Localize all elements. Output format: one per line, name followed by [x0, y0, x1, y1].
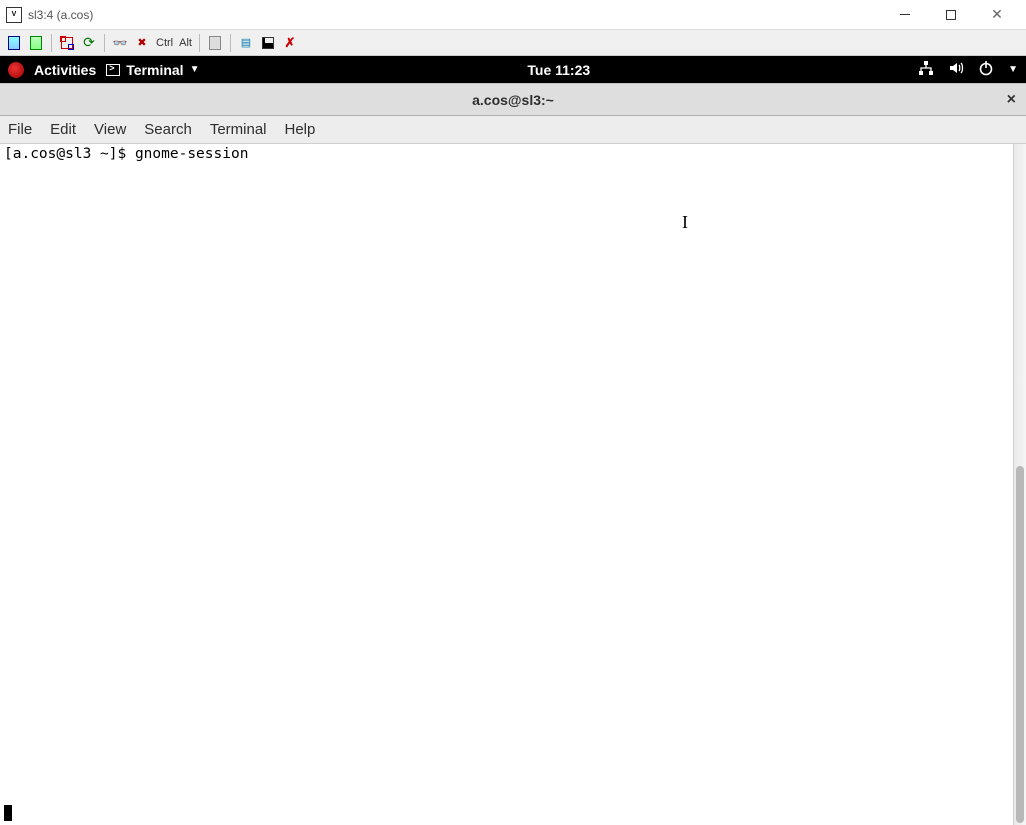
new-connection-button[interactable] — [4, 33, 24, 53]
host-window-title: sl3:4 (a.cos) — [28, 8, 882, 22]
toolbar-separator — [199, 34, 200, 52]
clock-label[interactable]: Tue 11:23 — [527, 62, 590, 78]
prompt-text: [a.cos@sl3 ~]$ — [4, 146, 135, 162]
host-window-controls: ✕ — [882, 0, 1020, 29]
power-icon[interactable] — [978, 60, 994, 79]
terminal-titlebar: a.cos@sl3:~ × — [0, 83, 1026, 116]
chevron-down-icon: ▼ — [190, 64, 200, 75]
disconnect-button[interactable]: ✖ — [132, 33, 152, 53]
text-cursor-icon: I — [682, 212, 688, 234]
fullscreen-button[interactable] — [57, 33, 77, 53]
distro-logo-icon — [8, 62, 24, 78]
current-app-menu[interactable]: Terminal ▼ — [106, 62, 199, 78]
toolbar-separator — [230, 34, 231, 52]
gnome-topbar: Activities Terminal ▼ Tue 11:23 ▼ — [0, 56, 1026, 83]
toolbar-separator — [104, 34, 105, 52]
menu-edit[interactable]: Edit — [50, 121, 76, 138]
toolbar-separator — [51, 34, 52, 52]
close-button[interactable]: ✕ — [974, 0, 1020, 29]
minimize-button[interactable] — [882, 0, 928, 29]
terminal-menubar: File Edit View Search Terminal Help — [0, 116, 1026, 144]
vnc-toolbar: ⟳ 👓 ✖ Ctrl Alt ▤ ✗ — [0, 30, 1026, 56]
menu-help[interactable]: Help — [285, 121, 316, 138]
system-menu-chevron-icon[interactable]: ▼ — [1008, 64, 1018, 75]
connection-info-button[interactable] — [26, 33, 46, 53]
menu-file[interactable]: File — [8, 121, 32, 138]
terminal-title: a.cos@sl3:~ — [472, 92, 554, 108]
save-button[interactable] — [258, 33, 278, 53]
clipboard-button[interactable] — [205, 33, 225, 53]
network-icon[interactable] — [918, 60, 934, 79]
terminal-cursor — [4, 805, 12, 821]
menu-terminal[interactable]: Terminal — [210, 121, 267, 138]
send-ctrl-button[interactable]: Ctrl — [154, 37, 175, 49]
terminal-icon — [106, 64, 120, 76]
close-session-button[interactable]: ✗ — [280, 33, 300, 53]
host-titlebar: V sl3:4 (a.cos) ✕ — [0, 0, 1026, 30]
vnc-app-icon: V — [6, 7, 22, 23]
terminal-area: [a.cos@sl3 ~]$ gnome-session I — [0, 144, 1026, 825]
menu-view[interactable]: View — [94, 121, 126, 138]
menu-search[interactable]: Search — [144, 121, 192, 138]
cascade-button[interactable]: ▤ — [236, 33, 256, 53]
scrollbar-thumb[interactable] — [1016, 466, 1024, 823]
activities-button[interactable]: Activities — [34, 62, 96, 78]
terminal-scrollbar[interactable] — [1013, 144, 1026, 825]
maximize-button[interactable] — [928, 0, 974, 29]
connect-button[interactable]: 👓 — [110, 33, 130, 53]
volume-icon[interactable] — [948, 60, 964, 79]
terminal-close-button[interactable]: × — [1007, 91, 1016, 109]
terminal-output[interactable]: [a.cos@sl3 ~]$ gnome-session I — [0, 144, 1013, 825]
current-app-label: Terminal — [126, 62, 183, 78]
command-text: gnome-session — [135, 146, 249, 162]
send-alt-button[interactable]: Alt — [177, 37, 194, 49]
refresh-button[interactable]: ⟳ — [79, 33, 99, 53]
